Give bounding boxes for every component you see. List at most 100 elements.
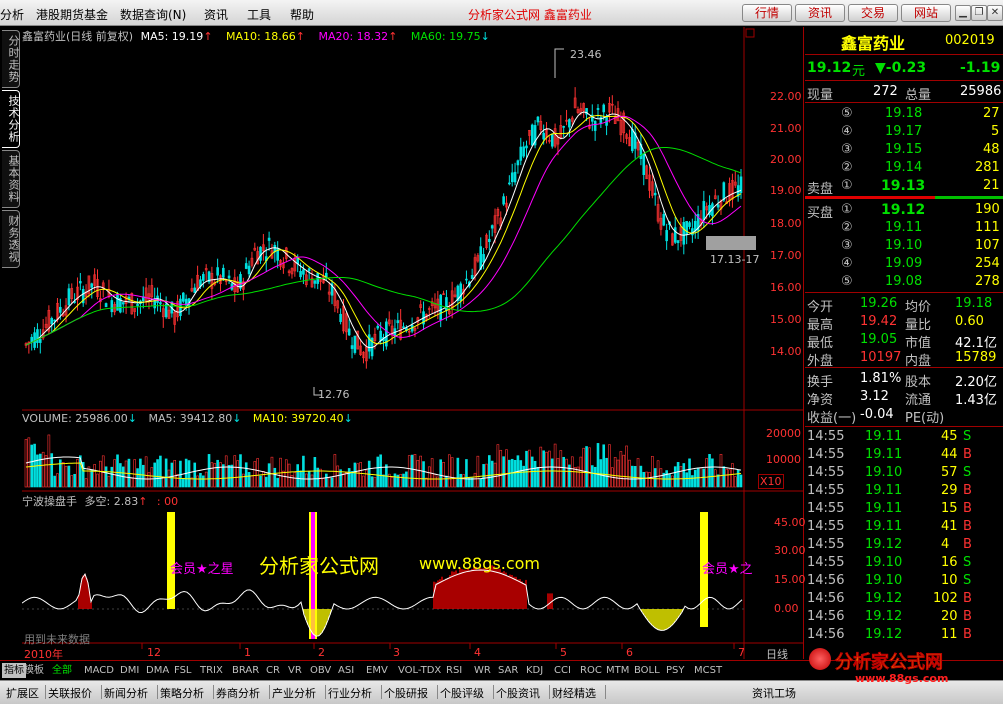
quote-button[interactable]: 行情 (742, 4, 792, 22)
indicator-tab[interactable]: BRAR (232, 663, 259, 678)
menu-hk-futures[interactable]: 港股期货基金 (36, 6, 108, 23)
menu-help[interactable]: 帮助 (290, 6, 314, 23)
tick-volume: 11 (941, 627, 958, 642)
tab-fundamental[interactable]: 基本资料 (2, 150, 20, 208)
candle-body (722, 182, 726, 201)
menu-analysis[interactable]: 分析 (0, 6, 24, 23)
indicator-tab[interactable]: KDJ (526, 663, 543, 678)
volume-bar (619, 451, 623, 488)
tick-time: 14:55 (807, 519, 845, 534)
indicator-tab[interactable]: CR (266, 663, 280, 678)
tab-separator (269, 685, 270, 699)
candle-body (665, 230, 668, 242)
tab-intraday[interactable]: 分时走势 (2, 30, 20, 88)
indicator-line (22, 569, 743, 637)
ma10-arrow-icon: ↑ (295, 30, 305, 43)
trade-button[interactable]: 交易 (848, 4, 898, 22)
chart-area[interactable]: 鑫富药业(日线 前复权) MA5: 19.19↑ MA10: 18.66↑ MA… (22, 27, 806, 661)
tick-volume: 57 (941, 465, 958, 480)
candle-body (247, 265, 251, 275)
menu-news[interactable]: 资讯 (204, 6, 228, 23)
indicator-tab[interactable]: BOLL (634, 663, 660, 678)
indicator-tab[interactable]: MCST (694, 663, 722, 678)
indicator-tab[interactable]: ROC (580, 663, 602, 678)
website-button[interactable]: 网站 (901, 4, 951, 22)
volume-bar (136, 468, 139, 488)
high-price-mark: 23.46 (570, 48, 602, 61)
indicator-tab[interactable]: EMV (366, 663, 388, 678)
tick-price: 19.11 (865, 501, 903, 516)
bottom-tab[interactable]: 个股评级 (440, 685, 484, 701)
indicator-tab[interactable]: FSL (174, 663, 192, 678)
close-icon[interactable]: ✕ (987, 5, 1003, 21)
bottom-tab[interactable]: 券商分析 (216, 685, 260, 701)
volume-bar (711, 458, 714, 488)
total-volume-label: 总量 (905, 88, 932, 103)
candle-body (676, 240, 680, 244)
candle-body (136, 303, 139, 307)
volume-bar (490, 460, 494, 488)
indicator-tab[interactable]: PSY (666, 663, 685, 678)
volume-bar (479, 478, 483, 488)
volume-bar (99, 460, 102, 488)
bottom-tab[interactable]: 策略分析 (160, 685, 204, 701)
volume-bar (505, 449, 508, 488)
volume-bar (522, 465, 525, 488)
indicator-tab[interactable]: 模板 (24, 663, 44, 678)
indicator-tab[interactable]: MTM (606, 663, 629, 678)
bottom-tab[interactable]: 产业分析 (272, 685, 316, 701)
indicator-tab[interactable]: CCI (554, 663, 571, 678)
stats2-row: 换手 1.81% 股本 2.20亿 (805, 370, 1003, 390)
tick-side: S (963, 573, 972, 588)
candle-body (313, 280, 317, 284)
menu-tools[interactable]: 工具 (247, 6, 271, 23)
indicator-tab[interactable]: ASI (338, 663, 354, 678)
minimize-icon[interactable]: ▁ (955, 5, 971, 21)
indicator-tab[interactable]: VOL-TDX (398, 663, 441, 678)
order-price: 19.15 (885, 142, 923, 157)
volume-bar (270, 456, 274, 488)
volume-bar (365, 469, 368, 488)
bottom-tab[interactable]: 关联报价 (48, 685, 92, 701)
bottom-tab[interactable]: 行业分析 (328, 685, 372, 701)
bottom-tab[interactable]: 新闻分析 (104, 685, 148, 701)
indicator-tab[interactable]: OBV (310, 663, 331, 678)
volume-bar (731, 463, 734, 488)
info-factory-tab[interactable]: 资讯工场 (752, 685, 796, 701)
menu-data-query[interactable]: 数据查询(N) (120, 6, 186, 23)
volume-bar (116, 454, 119, 488)
volume-bar (182, 478, 185, 488)
tick-side: B (963, 537, 972, 552)
indicator-tab[interactable]: 指标 (2, 663, 26, 678)
news-button[interactable]: 资讯 (795, 4, 845, 22)
bottom-tab[interactable]: 扩展区 (6, 685, 39, 701)
volume-bar (224, 455, 228, 488)
indicator-tab[interactable]: DMI (120, 663, 139, 678)
indicator-tab[interactable]: MACD (84, 663, 114, 678)
restore-icon[interactable]: ❐ (971, 5, 987, 21)
indicator-tab[interactable]: 全部 (52, 663, 72, 678)
candle-body (522, 146, 525, 157)
volume-bar (199, 472, 202, 488)
ma10-line (25, 114, 742, 346)
bottom-tab[interactable]: 个股资讯 (496, 685, 540, 701)
tab-technical[interactable]: 技术分析 (2, 90, 20, 148)
bottom-tab[interactable]: 个股研报 (384, 685, 428, 701)
tick-price: 19.12 (865, 627, 903, 642)
indicator-tab[interactable]: DMA (146, 663, 169, 678)
indicator-tab[interactable]: SAR (498, 663, 518, 678)
tick-time: 14:55 (807, 483, 845, 498)
volume-bar (648, 472, 651, 488)
indicator-tab[interactable]: TRIX (200, 663, 223, 678)
bottom-tab[interactable]: 财经精选 (552, 685, 596, 701)
volume-bar (550, 458, 554, 488)
volume-bar (193, 462, 197, 488)
tab-financial[interactable]: 财务透视 (2, 210, 20, 268)
indicator-tab[interactable]: RSI (446, 663, 462, 678)
volume-tick-label: 20000 (766, 427, 801, 440)
volume-ma10-arrow-icon: ↓ (343, 412, 353, 425)
indicator-tab[interactable]: VR (288, 663, 302, 678)
indicator-tab[interactable]: WR (474, 663, 491, 678)
tick-row: 14:56 19.12 102 B (805, 590, 1003, 608)
watermark-url: www.88gs.com (419, 554, 540, 573)
